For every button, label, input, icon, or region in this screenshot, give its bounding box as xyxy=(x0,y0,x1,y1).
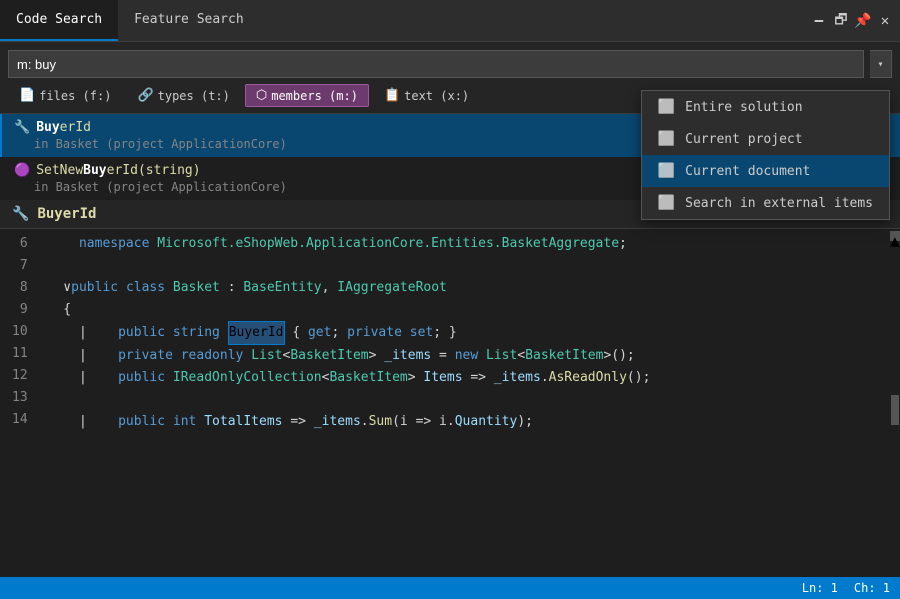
line-num-10: 10 xyxy=(12,321,28,343)
filter-tab-text-label: text (x:) xyxy=(404,89,469,103)
pin-button[interactable]: 📌 xyxy=(854,12,872,30)
title-bar: Code Search Feature Search 🗕 🗗 📌 ✕ xyxy=(0,0,900,42)
scope-document-label: Current document xyxy=(685,164,810,179)
scope-project-label: Current project xyxy=(685,132,802,147)
scope-solution-icon: ⬜ xyxy=(658,99,675,115)
line-num-13: 13 xyxy=(12,387,28,409)
code-content: namespace Microsoft.eShopWeb.Application… xyxy=(40,229,890,589)
filter-tab-members-label: members (m:) xyxy=(271,89,358,103)
result-2-icon: 🟣 xyxy=(14,163,30,178)
search-input[interactable] xyxy=(8,50,864,78)
search-scope-dropdown-button[interactable]: ▾ xyxy=(870,50,892,78)
line-num-11: 11 xyxy=(12,343,28,365)
code-line-13 xyxy=(48,389,882,411)
tab-feature-search-label: Feature Search xyxy=(134,12,244,27)
dropdown-arrow: ▾ xyxy=(877,59,883,70)
line-num-6: 6 xyxy=(12,233,28,255)
line-num-9: 9 xyxy=(12,299,28,321)
result-2-text: SetNewBuyerId(string) xyxy=(36,163,200,178)
status-bar: Ln: 1 Ch: 1 xyxy=(0,577,900,599)
scope-search-external[interactable]: ⬜ Search in external items xyxy=(642,187,889,219)
search-input-row: ▾ xyxy=(0,42,900,84)
scope-entire-solution[interactable]: ⬜ Entire solution xyxy=(642,91,889,123)
title-bar-actions: 🗕 🗗 📌 ✕ xyxy=(810,0,900,41)
line-numbers: 6 7 8 9 10 11 12 13 14 xyxy=(0,229,40,589)
line-num-8: 8 xyxy=(12,277,28,299)
code-line-9: { xyxy=(48,299,882,321)
tab-code-search[interactable]: Code Search xyxy=(0,0,118,41)
filter-tab-types[interactable]: 🔗 types (t:) xyxy=(126,84,240,107)
scope-project-icon: ⬜ xyxy=(658,131,675,147)
line-num-7: 7 xyxy=(12,255,28,277)
code-header-icon: 🔧 xyxy=(12,206,29,222)
code-line-7 xyxy=(48,255,882,277)
filter-tab-files[interactable]: 📄 files (f:) xyxy=(8,84,122,107)
scope-external-label: Search in external items xyxy=(685,196,873,211)
code-line-10: | public string BuyerId { get ; private … xyxy=(48,321,882,345)
filter-tab-types-label: types (t:) xyxy=(158,89,230,103)
members-icon: ⬡ xyxy=(256,88,267,103)
scope-current-project[interactable]: ⬜ Current project xyxy=(642,123,889,155)
scope-external-icon: ⬜ xyxy=(658,195,675,211)
filter-tab-text[interactable]: 📋 text (x:) xyxy=(373,84,480,107)
tab-code-search-label: Code Search xyxy=(16,12,102,27)
status-ln: Ln: 1 xyxy=(802,581,838,595)
scrollbar-up-btn[interactable]: ▲ xyxy=(890,231,900,241)
line-num-14: 14 xyxy=(12,409,28,431)
result-1-icon: 🔧 xyxy=(14,120,30,135)
filter-tab-members[interactable]: ⬡ members (m:) xyxy=(245,84,369,107)
code-body: 6 7 8 9 10 11 12 13 14 namespace Microso… xyxy=(0,229,900,589)
code-line-12: | public IReadOnlyCollection < BasketIte… xyxy=(48,367,882,389)
result-1-text: BuyerId xyxy=(36,120,91,135)
tab-feature-search[interactable]: Feature Search xyxy=(118,0,260,41)
vertical-scrollbar[interactable]: ▲ ▼ xyxy=(890,229,900,589)
scope-current-document[interactable]: ⬜ Current document xyxy=(642,155,889,187)
code-line-11: | private readonly List < BasketItem > _… xyxy=(48,345,882,367)
scrollbar-thumb[interactable] xyxy=(891,395,899,425)
status-ch: Ch: 1 xyxy=(854,581,890,595)
types-icon: 🔗 xyxy=(137,88,153,103)
minimize-button[interactable]: 🗕 xyxy=(810,12,828,30)
filter-tab-files-label: files (f:) xyxy=(39,89,111,103)
text-icon: 📋 xyxy=(384,88,400,103)
code-line-8: ∨ public class Basket : BaseEntity , IAg… xyxy=(48,277,882,299)
files-icon: 📄 xyxy=(19,88,35,103)
close-button[interactable]: ✕ xyxy=(876,12,894,30)
code-header-title: BuyerId xyxy=(37,206,96,222)
scope-dropdown: ⬜ Entire solution ⬜ Current project ⬜ Cu… xyxy=(641,90,890,220)
restore-button[interactable]: 🗗 xyxy=(832,12,850,30)
scope-document-icon: ⬜ xyxy=(658,163,675,179)
line-num-12: 12 xyxy=(12,365,28,387)
scope-solution-label: Entire solution xyxy=(685,100,802,115)
code-line-6: namespace Microsoft.eShopWeb.Application… xyxy=(48,233,882,255)
code-line-14: | public int TotalItems => _items . Sum … xyxy=(48,411,882,433)
